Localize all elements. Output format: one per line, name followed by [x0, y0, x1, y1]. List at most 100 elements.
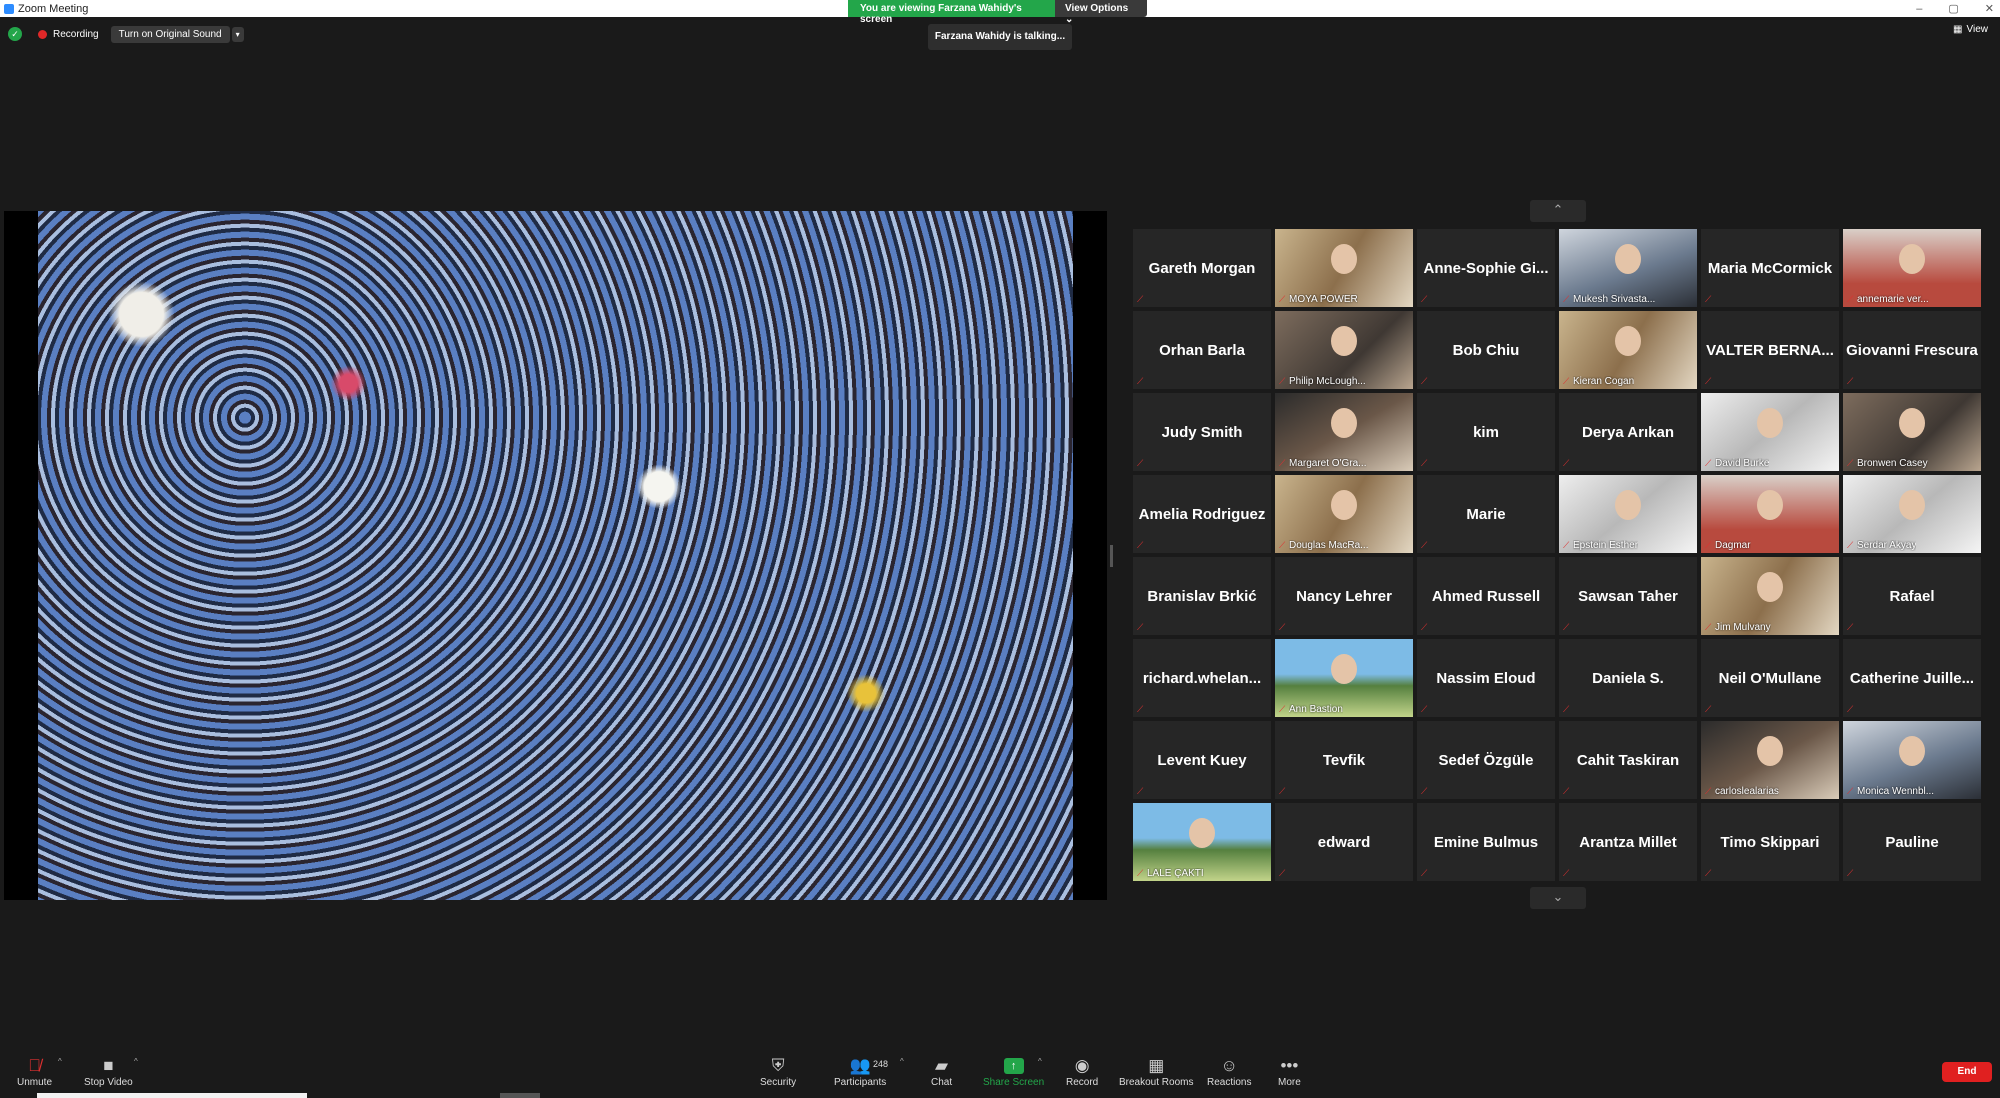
participant-name: Ahmed Russell: [1431, 587, 1541, 605]
participant-video-feed: [1615, 325, 1641, 356]
participant-tile[interactable]: VALTER BERNA... ⟋: [1701, 311, 1839, 389]
minimize-icon[interactable]: –: [1916, 3, 1922, 15]
muted-mic-icon: ⟋: [1279, 458, 1286, 468]
participant-tile[interactable]: Neil O'Mullane ⟋: [1701, 639, 1839, 717]
view-options-button[interactable]: View Options ⌄: [1055, 0, 1147, 25]
close-icon[interactable]: ✕: [1985, 2, 1994, 15]
record-icon: ◉: [1074, 1056, 1090, 1075]
unmute-button[interactable]: 🎙̸ Unmute: [17, 1055, 52, 1088]
participant-tile[interactable]: Margaret O'Gra... ⟋: [1275, 393, 1413, 471]
participant-video-feed: [1331, 325, 1357, 356]
security-button[interactable]: ⛨ Security: [760, 1055, 796, 1088]
participant-tile[interactable]: Jim Mulvany ⟋: [1701, 557, 1839, 635]
scrollbar-thumb[interactable]: [500, 1093, 540, 1098]
muted-mic-icon: ⟋: [1137, 376, 1144, 386]
participant-tile[interactable]: Giovanni Frescura ⟋: [1843, 311, 1981, 389]
horizontal-scrollbar[interactable]: [37, 1093, 307, 1098]
participant-tile[interactable]: Emine Bulmus ⟋: [1417, 803, 1555, 881]
participant-tile[interactable]: Daniela S. ⟋: [1559, 639, 1697, 717]
participant-tile[interactable]: Catherine Juille... ⟋: [1843, 639, 1981, 717]
shared-screen-area[interactable]: [4, 211, 1107, 900]
participant-tile[interactable]: Judy Smith ⟋: [1133, 393, 1271, 471]
record-button[interactable]: ◉ Record: [1066, 1055, 1098, 1088]
end-meeting-button[interactable]: End: [1942, 1062, 1992, 1082]
participant-name-label: annemarie ver...: [1857, 294, 1929, 305]
participant-tile[interactable]: Monica Wennbl... ⟋: [1843, 721, 1981, 799]
participant-tile[interactable]: Derya Arıkan ⟋: [1559, 393, 1697, 471]
panel-splitter-handle[interactable]: [1110, 545, 1113, 567]
participant-tile[interactable]: Sawsan Taher ⟋: [1559, 557, 1697, 635]
zoom-app-icon: [4, 3, 14, 14]
participant-video-feed: [1331, 243, 1357, 274]
participant-name: Gareth Morgan: [1148, 259, 1256, 277]
participant-tile[interactable]: Branislav Brkić ⟋: [1133, 557, 1271, 635]
muted-mic-icon: ⟋: [1847, 786, 1854, 796]
muted-mic-icon: ⟋: [1279, 376, 1286, 386]
participant-tile[interactable]: Ann Bastion ⟋: [1275, 639, 1413, 717]
participant-tile[interactable]: Pauline ⟋: [1843, 803, 1981, 881]
participant-tile[interactable]: Serdar Akyay ⟋: [1843, 475, 1981, 553]
participant-tile[interactable]: David Burke ⟋: [1701, 393, 1839, 471]
muted-mic-icon: ⟋: [1563, 540, 1570, 550]
chat-label: Chat: [931, 1077, 953, 1088]
participant-tile[interactable]: Douglas MacRa... ⟋: [1275, 475, 1413, 553]
breakout-rooms-button[interactable]: ▦ Breakout Rooms: [1119, 1055, 1193, 1088]
participant-tile[interactable]: Mukesh Srivasta... ⟋: [1559, 229, 1697, 307]
participant-tile[interactable]: Philip McLough... ⟋: [1275, 311, 1413, 389]
video-options-caret[interactable]: ^: [134, 1057, 138, 1066]
participant-name: Giovanni Frescura: [1846, 341, 1978, 359]
participant-tile[interactable]: annemarie ver... ⟋: [1843, 229, 1981, 307]
participant-tile[interactable]: Nassim Eloud ⟋: [1417, 639, 1555, 717]
participant-tile[interactable]: richard.whelan... ⟋: [1133, 639, 1271, 717]
participant-tile[interactable]: Ahmed Russell ⟋: [1417, 557, 1555, 635]
participant-tile[interactable]: Cahit Taskiran ⟋: [1559, 721, 1697, 799]
muted-mic-icon: ⟋: [1421, 458, 1428, 468]
more-button[interactable]: ••• More: [1278, 1055, 1301, 1088]
audio-options-caret[interactable]: ^: [58, 1057, 62, 1066]
participant-tile[interactable]: Anne-Sophie Gi... ⟋: [1417, 229, 1555, 307]
participant-tile[interactable]: Amelia Rodriguez ⟋: [1133, 475, 1271, 553]
participant-tile[interactable]: Rafael ⟋: [1843, 557, 1981, 635]
muted-mic-icon: ⟋: [1421, 376, 1428, 386]
share-screen-button[interactable]: ↑ Share Screen: [983, 1055, 1044, 1088]
participant-tile[interactable]: Tevfik ⟋: [1275, 721, 1413, 799]
muted-mic-icon: ⟋: [1847, 622, 1854, 632]
chat-button[interactable]: ▰ Chat: [931, 1055, 952, 1088]
participant-tile[interactable]: Sedef Özgüle ⟋: [1417, 721, 1555, 799]
restore-icon[interactable]: ▢: [1948, 2, 1958, 15]
participant-tile[interactable]: MOYA POWER ⟋: [1275, 229, 1413, 307]
participant-tile[interactable]: Orhan Barla ⟋: [1133, 311, 1271, 389]
participant-tile[interactable]: Epstein Esther ⟋: [1559, 475, 1697, 553]
participant-tile[interactable]: Gareth Morgan ⟋: [1133, 229, 1271, 307]
muted-mic-icon: ⟋: [1847, 704, 1854, 714]
participant-tile[interactable]: Bob Chiu ⟋: [1417, 311, 1555, 389]
participant-tile[interactable]: Timo Skippari ⟋: [1701, 803, 1839, 881]
encryption-shield-icon[interactable]: ✓: [8, 27, 22, 41]
participant-tile[interactable]: Dagmar ⟋: [1701, 475, 1839, 553]
participant-name: VALTER BERNA...: [1706, 341, 1834, 359]
participant-tile[interactable]: Kieran Cogan ⟋: [1559, 311, 1697, 389]
participant-tile[interactable]: Bronwen Casey ⟋: [1843, 393, 1981, 471]
gallery-page-down-button[interactable]: ⌄: [1530, 887, 1586, 909]
stop-video-button[interactable]: ■ Stop Video: [84, 1055, 133, 1088]
original-sound-button[interactable]: Turn on Original Sound: [110, 25, 230, 43]
participant-tile[interactable]: Nancy Lehrer ⟋: [1275, 557, 1413, 635]
security-label: Security: [760, 1077, 797, 1088]
participant-name: Sedef Özgüle: [1438, 751, 1534, 769]
participant-tile[interactable]: kim ⟋: [1417, 393, 1555, 471]
share-options-caret[interactable]: ^: [1038, 1057, 1042, 1066]
participants-caret[interactable]: ^: [900, 1057, 904, 1066]
participant-tile[interactable]: Arantza Millet ⟋: [1559, 803, 1697, 881]
gallery-page-up-button[interactable]: ⌃: [1530, 200, 1586, 222]
participant-tile[interactable]: Levent Kuey ⟋: [1133, 721, 1271, 799]
participant-tile[interactable]: LALE ÇAKTI ⟋: [1133, 803, 1271, 881]
muted-mic-icon: ⟋: [1563, 704, 1570, 714]
participant-tile[interactable]: edward ⟋: [1275, 803, 1413, 881]
participant-tile[interactable]: Marie ⟋: [1417, 475, 1555, 553]
original-sound-caret[interactable]: ▾: [231, 26, 244, 42]
reactions-button[interactable]: ☺ Reactions: [1207, 1055, 1251, 1088]
participant-tile[interactable]: carloslealarias ⟋: [1701, 721, 1839, 799]
participant-name-label: Ann Bastion: [1289, 704, 1343, 715]
view-button[interactable]: ▦ View: [1953, 24, 1988, 35]
participant-tile[interactable]: Maria McCormick ⟋: [1701, 229, 1839, 307]
